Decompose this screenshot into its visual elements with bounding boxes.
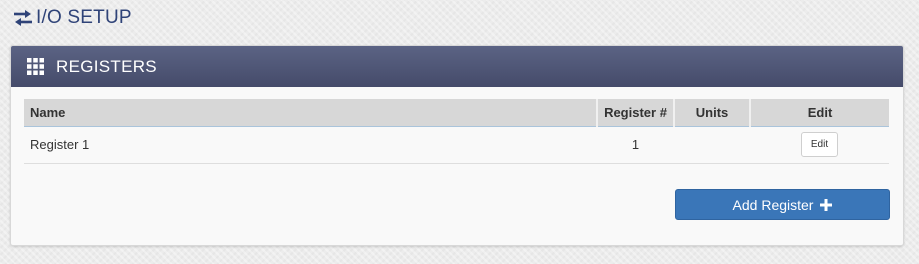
register-name-cell: Register 1: [24, 126, 597, 164]
column-header-name[interactable]: Name: [24, 99, 598, 127]
table-row: Register 1 1 Edit: [24, 126, 889, 164]
exchange-arrows-icon: [14, 10, 32, 26]
add-register-button[interactable]: Add Register: [675, 189, 890, 220]
plus-icon: [820, 198, 833, 211]
panel-title: REGISTERS: [56, 56, 157, 76]
register-units-cell: [674, 126, 750, 164]
column-header-units[interactable]: Units: [674, 99, 751, 127]
column-header-register[interactable]: Register #: [597, 99, 675, 127]
register-number-cell: 1: [597, 126, 674, 164]
edit-register-button[interactable]: Edit: [801, 132, 838, 157]
panel-header: REGISTERS: [11, 46, 903, 87]
grid-icon: [27, 58, 44, 75]
page-header: I/O SETUP: [12, 6, 132, 30]
register-edit-cell: Edit: [750, 126, 889, 164]
page-title: I/O SETUP: [36, 7, 132, 28]
add-register-label: Add Register: [732, 196, 814, 213]
registers-table: Name Register # Units Edit Register 1 1 …: [24, 99, 889, 164]
column-header-edit: Edit: [750, 99, 889, 127]
registers-panel: REGISTERS Name Register # Units Edit Reg…: [10, 45, 904, 246]
table-header-row: Name Register # Units Edit: [24, 99, 889, 127]
